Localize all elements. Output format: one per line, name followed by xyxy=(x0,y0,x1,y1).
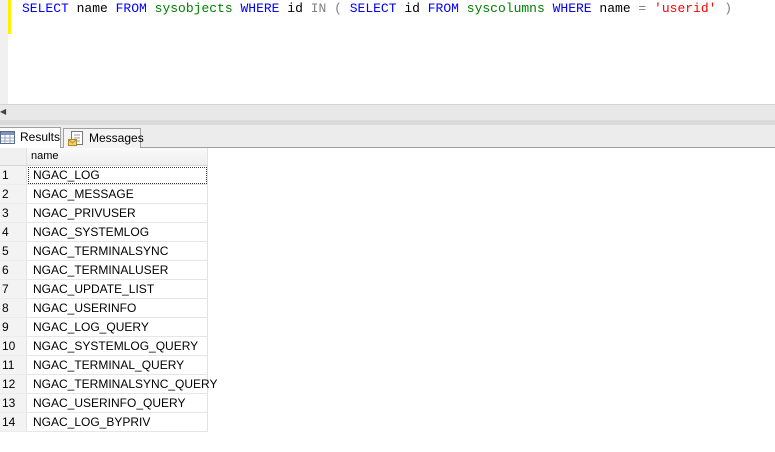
query-token: ) xyxy=(716,1,733,16)
row-number-cell[interactable]: 12 xyxy=(0,375,27,394)
query-token: SELECT xyxy=(349,1,397,16)
row-number-cell[interactable]: 6 xyxy=(0,261,27,280)
query-token: 'userid' xyxy=(654,1,717,16)
query-token: name xyxy=(591,1,639,16)
row-number-cell[interactable]: 10 xyxy=(0,337,27,356)
name-cell[interactable]: NGAC_MESSAGE xyxy=(27,185,208,204)
editor-horizontal-scrollbar[interactable]: ◀ xyxy=(0,104,775,120)
name-cell[interactable]: NGAC_UPDATE_LIST xyxy=(27,280,208,299)
name-cell[interactable]: NGAC_LOG xyxy=(27,166,208,185)
row-number-cell[interactable]: 3 xyxy=(0,204,27,223)
query-editor[interactable]: SELECT name FROM sysobjects WHERE id IN … xyxy=(0,0,775,104)
query-token: syscolumns xyxy=(458,1,553,16)
query-token: name xyxy=(68,1,116,16)
name-cell[interactable]: NGAC_USERINFO xyxy=(27,299,208,318)
query-token: SELECT xyxy=(22,1,69,16)
change-indicator-bar xyxy=(8,0,11,34)
row-number-cell[interactable]: 5 xyxy=(0,242,27,261)
query-token xyxy=(646,1,654,16)
row-number-cell[interactable]: 14 xyxy=(0,413,27,432)
row-number-cell[interactable]: 9 xyxy=(0,318,27,337)
name-cell[interactable]: NGAC_TERMINALUSER xyxy=(27,261,208,280)
name-cell[interactable]: NGAC_USERINFO_QUERY xyxy=(27,394,208,413)
tab-results-label: Results xyxy=(20,130,61,144)
row-number-header[interactable] xyxy=(0,148,27,166)
row-number-cell[interactable]: 8 xyxy=(0,299,27,318)
query-token: IN xyxy=(310,1,327,16)
query-token: sysobjects xyxy=(146,1,241,16)
result-tabbar: Results Messages xyxy=(0,125,775,149)
editor-gutter xyxy=(0,0,8,104)
query-token: ( xyxy=(326,1,350,16)
tab-results[interactable]: Results xyxy=(0,127,61,149)
query-text-line[interactable]: SELECT name FROM sysobjects WHERE id IN … xyxy=(22,1,732,17)
query-token: FROM xyxy=(427,1,459,16)
query-token: FROM xyxy=(115,1,147,16)
row-number-cell[interactable]: 7 xyxy=(0,280,27,299)
query-token: id xyxy=(396,1,428,16)
row-number-cell[interactable]: 13 xyxy=(0,394,27,413)
query-token: WHERE xyxy=(240,1,280,16)
tab-messages-label: Messages xyxy=(89,131,144,145)
name-cell[interactable]: NGAC_TERMINALSYNC_QUERY xyxy=(27,375,218,394)
row-number-cell[interactable]: 4 xyxy=(0,223,27,242)
name-cell[interactable]: NGAC_SYSTEMLOG xyxy=(27,223,208,242)
row-number-cell[interactable]: 11 xyxy=(0,356,27,375)
tab-messages[interactable]: Messages xyxy=(63,128,144,148)
row-number-cell[interactable]: 1 xyxy=(0,166,27,185)
query-token: WHERE xyxy=(552,1,592,16)
column-header-name[interactable]: name xyxy=(27,148,208,166)
name-cell[interactable]: NGAC_LOG_QUERY xyxy=(27,318,208,337)
name-cell[interactable]: NGAC_TERMINALSYNC xyxy=(27,242,208,261)
name-cell[interactable]: NGAC_SYSTEMLOG_QUERY xyxy=(27,337,208,356)
name-cell[interactable]: NGAC_TERMINAL_QUERY xyxy=(27,356,208,375)
name-cell[interactable]: NGAC_LOG_BYPRIV xyxy=(27,413,208,432)
row-number-cell[interactable]: 2 xyxy=(0,185,27,204)
scroll-left-arrow-icon[interactable]: ◀ xyxy=(0,108,6,116)
query-token: id xyxy=(279,1,311,16)
name-cell[interactable]: NGAC_PRIVUSER xyxy=(27,204,208,223)
